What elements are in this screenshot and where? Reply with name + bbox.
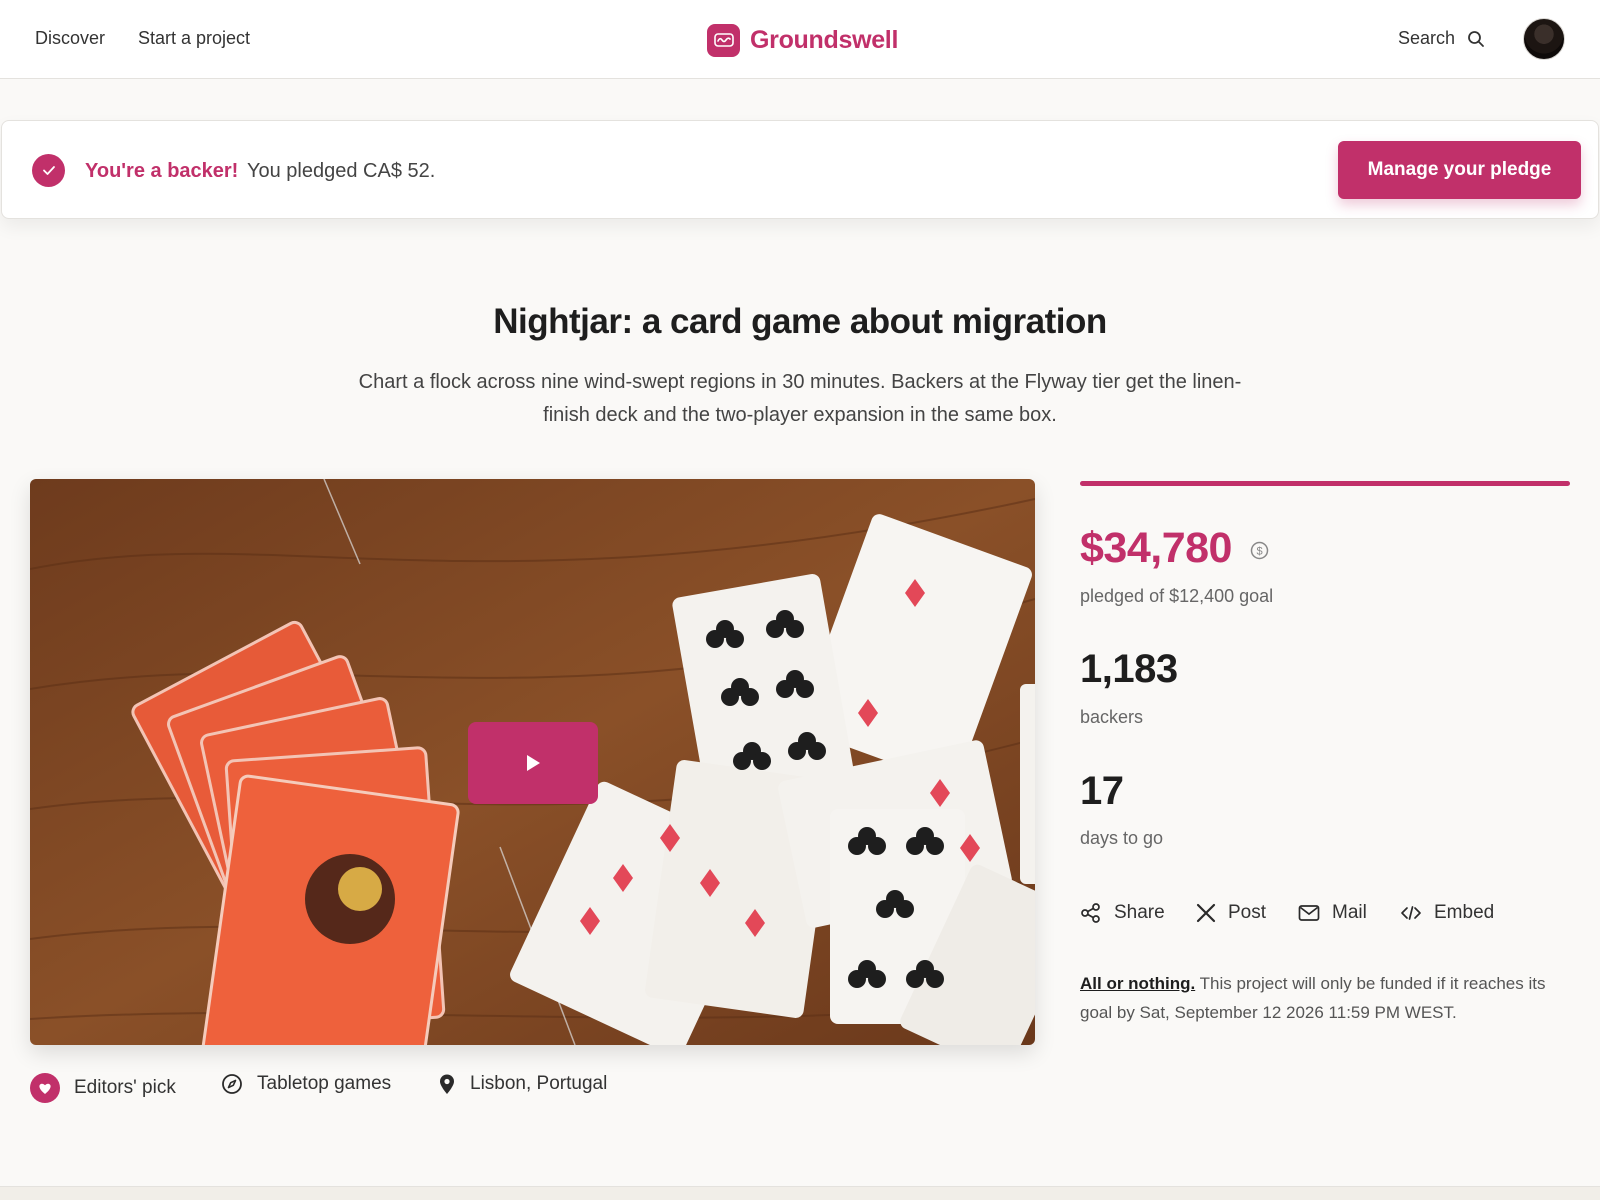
all-or-nothing-link[interactable]: All or nothing. [1080, 974, 1195, 993]
tag-label: Tabletop games [257, 1073, 392, 1094]
currency-info-icon[interactable]: $ [1250, 541, 1269, 565]
tag-category[interactable]: Tabletop games [221, 1073, 391, 1095]
mail-icon [1298, 904, 1320, 922]
embed-code-icon [1400, 904, 1422, 922]
tag-label: Editors' pick [74, 1077, 176, 1098]
backers-label: backers [1080, 707, 1144, 727]
backers-count: 1,183 [1080, 647, 1178, 691]
pledged-goal-label: pledged of $12,400 goal [1080, 586, 1274, 606]
play-icon [527, 755, 540, 771]
share-button[interactable]: Share [1080, 902, 1165, 924]
backer-banner: You're a backer! You pledged CA$ 52. Man… [1, 120, 1599, 219]
funding-progress-fill [1080, 481, 1570, 486]
days-remaining: 17 [1080, 769, 1124, 813]
post-label: Post [1228, 902, 1267, 923]
compass-icon [221, 1073, 243, 1095]
share-label: Share [1114, 902, 1165, 923]
funding-progress-bar [1080, 481, 1570, 486]
funding-note: All or nothing. This project will only b… [1080, 969, 1570, 1027]
days-label: days to go [1080, 828, 1164, 848]
tag-location[interactable]: Lisbon, Portugal [438, 1073, 607, 1095]
manage-pledge-button[interactable]: Manage your pledge [1338, 141, 1581, 199]
check-icon [32, 154, 65, 187]
pledge-amount-text: You pledged CA$ 52. [247, 160, 436, 182]
project-video[interactable] [30, 479, 1035, 1045]
tag-label: Lisbon, Portugal [470, 1073, 608, 1094]
footer-edge [0, 1186, 1600, 1200]
search-label: Search [1398, 28, 1456, 48]
nav-discover-link[interactable]: Discover [35, 28, 105, 49]
heart-badge-icon [30, 1073, 60, 1103]
share-icon [1080, 902, 1102, 924]
x-logo-icon [1196, 903, 1216, 923]
mail-button[interactable]: Mail [1298, 902, 1367, 924]
brand-name: Groundswell [750, 25, 899, 54]
post-button[interactable]: Post [1196, 902, 1266, 924]
embed-button[interactable]: Embed [1400, 902, 1494, 924]
project-subtitle: Chart a flock across nine wind-swept reg… [358, 371, 1242, 426]
location-pin-icon [438, 1073, 456, 1095]
search-icon [1468, 30, 1484, 47]
svg-text:$: $ [1256, 546, 1262, 558]
user-avatar[interactable] [1523, 18, 1565, 60]
search-button[interactable]: Search [1398, 28, 1485, 49]
project-title: Nightjar: a card game about migration [493, 302, 1107, 341]
wave-logo-icon [707, 23, 740, 57]
mail-label: Mail [1332, 902, 1367, 923]
play-button[interactable] [468, 722, 598, 804]
nav-start-project-link[interactable]: Start a project [138, 28, 250, 49]
pledged-amount: $34,780 [1080, 524, 1232, 572]
tag-editors-pick[interactable]: Editors' pick [30, 1073, 176, 1103]
brand-logo[interactable]: Groundswell [707, 23, 898, 57]
backer-status: You're a backer! [85, 160, 239, 182]
top-navigation: Discover Start a project Groundswell Sea… [0, 0, 1600, 79]
embed-label: Embed [1434, 902, 1495, 923]
